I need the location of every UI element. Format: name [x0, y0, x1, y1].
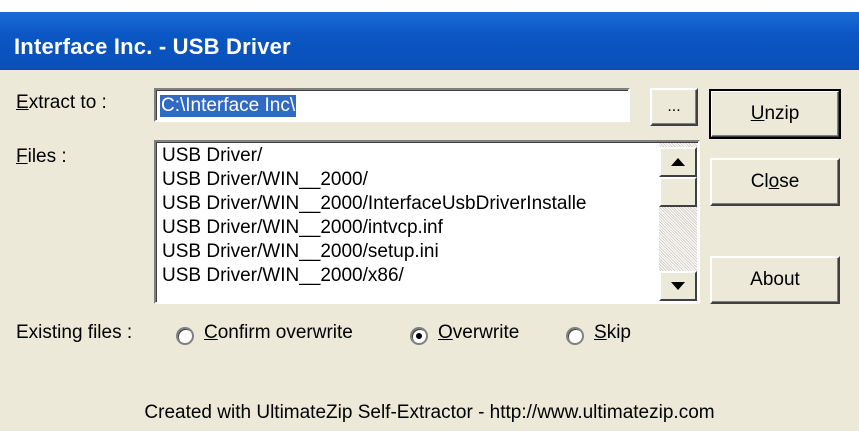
existing-files-label: Existing files : [16, 322, 133, 343]
top-border [0, 0, 859, 12]
close-button[interactable]: Cl o se [710, 158, 840, 206]
file-list-item[interactable]: USB Driver/WIN__2000/setup.ini [162, 240, 658, 264]
overwrite-label[interactable]: Overwrite [438, 322, 519, 344]
unzip-button[interactable]: Unzip [709, 89, 841, 139]
file-list-item[interactable]: USB Driver/WIN__2000/intvcp.inf [162, 216, 658, 240]
footer-credit: Created with UltimateZip Self-Extractor … [144, 402, 715, 423]
file-list-item[interactable]: USB Driver/WIN__2000/InterfaceUsbDriverI… [162, 192, 658, 216]
file-items: USB Driver/ USB Driver/WIN__2000/ USB Dr… [162, 144, 658, 288]
overwrite-radio[interactable] [410, 327, 428, 345]
window-title: Interface Inc. - USB Driver [14, 34, 291, 59]
vertical-scrollbar[interactable] [659, 143, 697, 301]
close-label-start: Cl [750, 171, 769, 192]
close-label-rest: se [779, 171, 800, 192]
about-button[interactable]: About [710, 256, 840, 304]
skip-radio[interactable] [566, 327, 584, 345]
browse-button[interactable]: ... [650, 88, 698, 126]
file-list-item[interactable]: USB Driver/WIN__2000/x86/ [162, 264, 658, 288]
files-label-rest: iles : [27, 146, 67, 167]
extract-to-label: Extract to : [16, 92, 107, 113]
confirm-overwrite-label[interactable]: Confirm overwrite [204, 322, 353, 344]
overwrite-label-rest: verwrite [452, 322, 520, 343]
file-list-item[interactable]: USB Driver/ [162, 144, 658, 168]
title-bar[interactable]: Interface Inc. - USB Driver [0, 12, 859, 70]
confirm-overwrite-label-rest: onfirm overwrite [217, 322, 353, 343]
extract-path-input[interactable]: C:\Interface Inc\ [154, 88, 630, 122]
scroll-up-arrow-icon [671, 158, 685, 166]
unzip-label-rest: nzip [764, 103, 800, 124]
extract-path-value: C:\Interface Inc\ [160, 95, 297, 117]
scroll-up-button[interactable] [659, 147, 697, 177]
file-list-item[interactable]: USB Driver/WIN__2000/ [162, 168, 658, 192]
scroll-down-arrow-icon [671, 282, 685, 290]
files-listbox[interactable]: USB Driver/ USB Driver/WIN__2000/ USB Dr… [154, 140, 700, 304]
scroll-down-button[interactable] [659, 271, 697, 301]
skip-label[interactable]: Skip [594, 322, 631, 344]
extract-to-label-rest: xtract to : [28, 92, 107, 113]
dialog-window: Interface Inc. - USB Driver Extract to :… [0, 0, 859, 431]
skip-label-rest: kip [606, 322, 631, 343]
confirm-overwrite-radio[interactable] [176, 327, 194, 345]
scroll-thumb[interactable] [659, 177, 697, 207]
files-label: Files : [16, 146, 67, 167]
